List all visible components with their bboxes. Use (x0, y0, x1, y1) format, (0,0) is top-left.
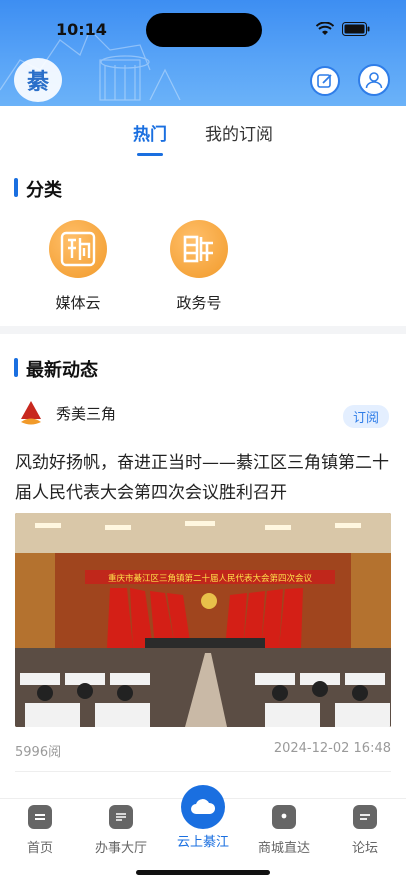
nav-label: 首页 (26, 841, 53, 856)
nav-mall[interactable]: 商城直达 (244, 805, 324, 856)
status-time: 10:14 (56, 20, 107, 39)
nav-forum[interactable]: 论坛 (325, 805, 405, 856)
tab-my-subscriptions[interactable]: 我的订阅 (205, 120, 273, 150)
tab-hot[interactable]: 热门 (133, 120, 167, 150)
post-date: 2024-12-02 16:48 (273, 741, 391, 756)
subscribe-button[interactable]: 订阅 (342, 405, 389, 428)
wifi-icon (316, 22, 334, 35)
media-cloud-icon (49, 220, 107, 278)
nav-cloud-qijiang[interactable]: 云上綦江 (163, 785, 243, 850)
service-hall-icon (109, 805, 133, 829)
post-headline[interactable]: 风劲好扬帆，奋进正当时——綦江区三角镇第二十届人民代表大会第四次会议胜利召开 (15, 448, 391, 508)
post-source[interactable]: 秀美三角 (16, 398, 116, 428)
post-photo[interactable]: 重庆市綦江区三角镇第二十届人民代表大会第四次会议 (15, 513, 391, 727)
latest-title: 最新动态 (14, 356, 98, 382)
post-separator (15, 771, 391, 772)
photo-banner-text: 重庆市綦江区三角镇第二十届人民代表大会第四次会议 (108, 573, 313, 584)
category-media-cloud[interactable]: 媒体云 (42, 220, 114, 313)
section-divider (0, 326, 406, 334)
category-label: 政务号 (176, 294, 222, 312)
profile-button[interactable] (358, 64, 390, 96)
nav-label: 论坛 (351, 841, 378, 856)
battery-icon (342, 22, 370, 36)
nav-service-hall[interactable]: 办事大厅 (81, 805, 161, 856)
app-header: 10:14 綦 (0, 0, 406, 106)
user-icon (365, 72, 383, 89)
government-account-icon (170, 220, 228, 278)
source-name: 秀美三角 (56, 404, 117, 423)
nav-label: 办事大厅 (94, 841, 147, 856)
post-views: 5996阅 (15, 745, 62, 760)
source-avatar (16, 398, 46, 428)
shopping-bag-icon (272, 805, 296, 829)
category-government[interactable]: 政务号 (163, 220, 235, 313)
feed-tabs: 热门 我的订阅 (0, 106, 406, 156)
nav-label: 云上綦江 (176, 835, 229, 850)
nav-label: 商城直达 (257, 841, 310, 856)
status-icons (316, 22, 370, 36)
category-label: 媒体云 (55, 294, 101, 312)
forum-icon (353, 805, 377, 829)
nav-home[interactable]: 首页 (0, 805, 80, 856)
app-logo[interactable]: 綦 (14, 58, 62, 102)
edit-button[interactable] (310, 66, 340, 96)
edit-icon (317, 74, 332, 88)
home-indicator (136, 870, 270, 875)
home-icon (28, 805, 52, 829)
cloud-icon (181, 785, 225, 829)
dynamic-island (146, 13, 262, 47)
categories-title: 分类 (14, 176, 62, 202)
